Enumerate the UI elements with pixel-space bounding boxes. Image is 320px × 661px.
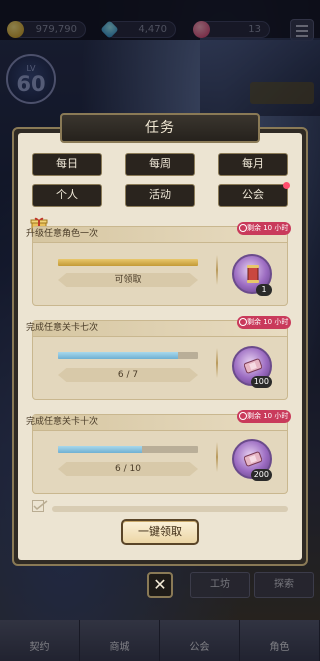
progress-fill [58, 352, 178, 359]
reward-slot[interactable]: 200 [232, 439, 272, 481]
tab-event[interactable]: 活动 [125, 184, 195, 207]
checkbox-icon[interactable] [32, 500, 48, 512]
scroll-track [52, 506, 288, 512]
tab-label: 活动 [149, 188, 171, 201]
progress-fill [58, 259, 198, 266]
tab-weekly[interactable]: 每周 [125, 153, 195, 176]
tab-guild[interactable]: 公会 [218, 182, 290, 207]
clock-icon [239, 412, 247, 420]
tab-label: 每周 [149, 157, 171, 170]
close-button[interactable]: ✕ [147, 572, 173, 598]
task-progress-bar [58, 446, 198, 453]
tab-label: 每日 [56, 157, 78, 170]
card-divider [216, 442, 218, 472]
card-divider [216, 255, 218, 285]
tab-personal[interactable]: 个人 [32, 184, 102, 207]
time-remaining-badge: 剩余 10 小时 [237, 222, 291, 235]
task-title: 升级任意角色一次 [26, 229, 99, 239]
dialog-title: 任务 [60, 113, 260, 143]
task-progress-bar [58, 352, 198, 359]
reward-quantity: 100 [250, 376, 272, 388]
clock-icon [239, 224, 247, 232]
task-title: 完成任意关卡十次 [26, 417, 99, 427]
progress-text: 可领取 [58, 273, 198, 287]
notification-dot [283, 182, 290, 189]
tab-label: 个人 [56, 188, 78, 201]
time-remaining-badge: 剩余 10 小时 [237, 410, 291, 423]
progress-text: 6 / 7 [58, 368, 198, 382]
task-title: 完成任意关卡七次 [26, 323, 99, 333]
card-divider [216, 348, 218, 378]
progress-fill [58, 446, 142, 453]
tab-label: 公会 [242, 188, 264, 201]
reward-quantity: 200 [250, 469, 272, 481]
clock-icon [239, 318, 247, 326]
ticket-icon [244, 358, 262, 374]
reward-slot[interactable]: 1 [232, 254, 272, 296]
reward-slot[interactable]: 100 [232, 346, 272, 388]
claim-all-button[interactable]: 一键领取 [121, 519, 199, 545]
tab-label: 每月 [242, 157, 264, 170]
progress-text: 6 / 10 [58, 462, 198, 476]
close-icon: ✕ [153, 575, 167, 594]
time-remaining-badge: 剩余 10 小时 [237, 316, 291, 329]
tab-monthly[interactable]: 每月 [218, 153, 288, 176]
tab-daily[interactable]: 每日 [32, 153, 102, 176]
reward-quantity: 1 [256, 284, 272, 296]
task-progress-bar [58, 259, 198, 266]
ticket-icon [244, 451, 262, 467]
scroll-icon [247, 265, 259, 283]
